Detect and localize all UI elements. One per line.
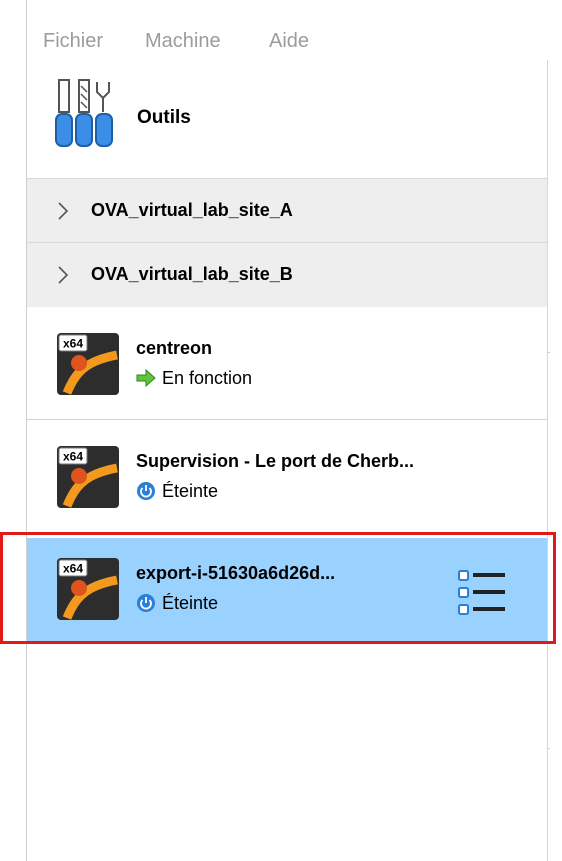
annotation-outline xyxy=(0,532,556,644)
chevron-right-icon[interactable] xyxy=(53,201,73,221)
group-ova-site-a[interactable]: OVA_virtual_lab_site_A xyxy=(27,178,547,243)
group-label: OVA_virtual_lab_site_B xyxy=(91,264,293,284)
power-off-icon xyxy=(137,482,155,500)
tools-label: Outils xyxy=(137,107,191,128)
vm-item-supervision[interactable]: x64 Supervision - Le port de Cherb... Ét… xyxy=(27,420,547,533)
menu-aide[interactable]: Aide xyxy=(269,30,309,53)
vm-state-label: En fonction xyxy=(162,368,253,388)
divider xyxy=(548,748,550,749)
os-badge-text: x64 xyxy=(63,450,83,464)
os-badge-text: x64 xyxy=(63,337,83,351)
vm-item-export-selected[interactable]: x64 export-i-51630a6d26d... Éteinte xyxy=(0,532,562,650)
vm-item-centreon[interactable]: x64 centreon En fonction xyxy=(27,307,547,420)
menu-bar: Fichier Machine Aide xyxy=(27,20,562,60)
vm-state: En fonction xyxy=(136,368,252,389)
tools-icon xyxy=(55,79,113,147)
divider xyxy=(548,352,550,353)
menu-fichier[interactable]: Fichier xyxy=(43,30,103,53)
vm-state-label: Éteinte xyxy=(162,481,219,501)
chevron-right-icon[interactable] xyxy=(53,265,73,285)
vm-os-icon: x64 xyxy=(57,333,119,395)
vm-os-icon: x64 xyxy=(57,446,119,508)
group-label: OVA_virtual_lab_site_A xyxy=(91,200,293,220)
group-ova-site-b[interactable]: OVA_virtual_lab_site_B xyxy=(27,242,547,308)
vm-name: Supervision - Le port de Cherb... xyxy=(136,451,415,471)
running-arrow-icon xyxy=(136,368,156,388)
vm-state: Éteinte xyxy=(136,481,218,502)
panel-splitter[interactable] xyxy=(547,60,548,861)
vm-name: centreon xyxy=(136,338,213,358)
tools-item[interactable]: Outils xyxy=(27,60,547,168)
menu-machine[interactable]: Machine xyxy=(145,30,221,53)
